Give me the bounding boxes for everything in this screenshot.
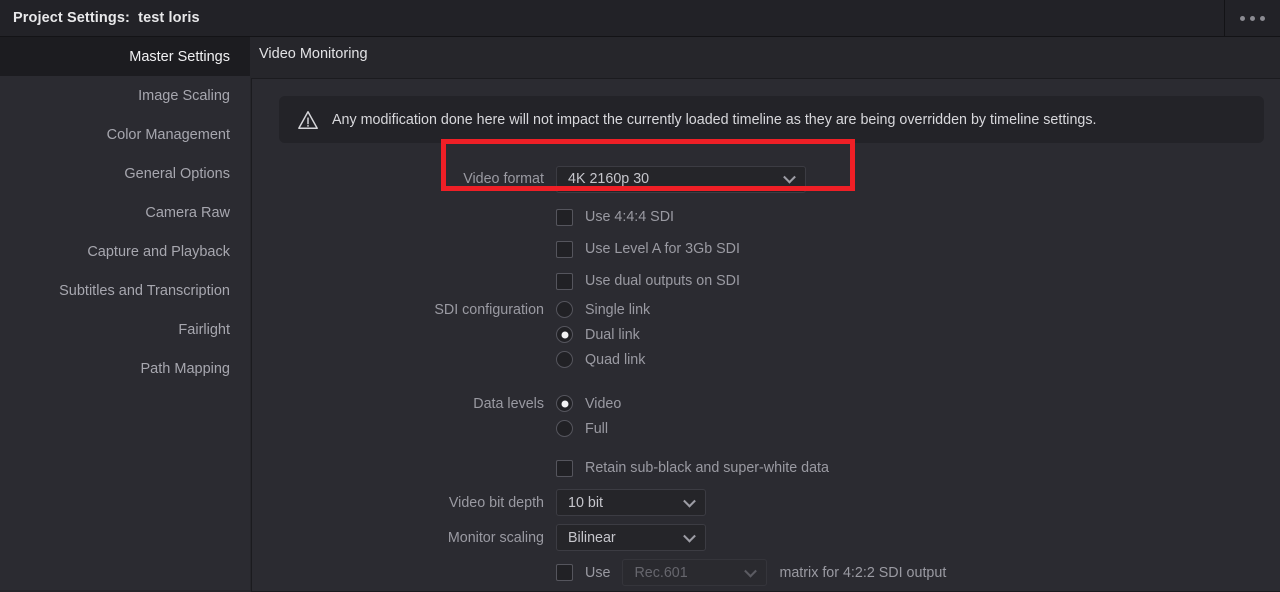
row-retain-sub-black: Retain sub-black and super-white data (252, 451, 1280, 485)
sdi-configuration-radio-quad-link[interactable] (556, 351, 573, 368)
use-dual-outputs-checkbox[interactable] (556, 272, 573, 290)
sidebar-item-subtitles-and-transcription[interactable]: Subtitles and Transcription (0, 271, 250, 310)
video-bit-depth-dropdown[interactable]: 10 bit (556, 489, 706, 516)
use-level-a-checkbox[interactable] (556, 240, 573, 258)
monitor-scaling-dropdown[interactable]: Bilinear (556, 524, 706, 551)
chevron-down-icon (683, 494, 696, 508)
sidebar-item-path-mapping[interactable]: Path Mapping (0, 349, 250, 388)
row-sdi-configuration-quad: Quad link (252, 347, 1280, 372)
row-use-level-a: Use Level A for 3Gb SDI (252, 233, 1280, 265)
row-sdi-configuration-dual: Dual link (252, 322, 1280, 347)
section-title: Video Monitoring (259, 46, 368, 62)
settings-form: Video format 4K 2160p 30 Use 4:4:4 SDI U… (252, 157, 1280, 591)
sidebar-item-label: Color Management (106, 126, 230, 143)
warning-banner: Any modification done here will not impa… (279, 96, 1264, 143)
sidebar-item-color-management[interactable]: Color Management (0, 115, 250, 154)
ellipsis-icon (1240, 15, 1265, 21)
monitor-scaling-value: Bilinear (568, 529, 616, 546)
window-menu-button[interactable] (1224, 0, 1280, 36)
row-monitor-scaling: Monitor scaling Bilinear (252, 520, 1280, 555)
chevron-down-icon (683, 529, 696, 543)
chevron-down-icon (744, 564, 758, 578)
sidebar-item-capture-and-playback[interactable]: Capture and Playback (0, 232, 250, 271)
use-matrix-prefix-label: Use (585, 564, 611, 581)
data-levels-radio-video[interactable] (556, 395, 573, 412)
settings-main-panel: Video Monitoring Any modification done h… (250, 37, 1280, 592)
sidebar-item-master-settings[interactable]: Master Settings (0, 37, 250, 76)
use-444-sdi-label: Use 4:4:4 SDI (585, 209, 674, 225)
data-levels-option-label: Video (585, 395, 622, 412)
use-dual-outputs-label: Use dual outputs on SDI (585, 273, 740, 289)
data-levels-option-label: Full (585, 420, 609, 437)
sdi-configuration-option-label: Single link (585, 301, 651, 318)
row-video-format: Video format 4K 2160p 30 (252, 157, 1280, 201)
data-levels-radio-full[interactable] (556, 420, 573, 437)
page-title: Project Settings: test loris (13, 10, 200, 26)
sidebar-item-label: Capture and Playback (87, 243, 230, 260)
sidebar-item-label: Image Scaling (138, 87, 230, 104)
warning-triangle-icon (297, 109, 319, 131)
sidebar-item-label: Camera Raw (145, 204, 230, 221)
sdi-configuration-option-label: Quad link (585, 351, 646, 368)
sidebar-item-image-scaling[interactable]: Image Scaling (0, 76, 250, 115)
video-bit-depth-value: 10 bit (568, 494, 603, 511)
retain-sub-black-checkbox[interactable] (556, 459, 573, 477)
sidebar-item-label: Path Mapping (140, 360, 230, 377)
monitor-scaling-label: Monitor scaling (447, 529, 544, 546)
matrix-standard-dropdown[interactable]: Rec.601 (622, 559, 768, 586)
video-format-dropdown[interactable]: 4K 2160p 30 (556, 165, 806, 193)
use-444-sdi-checkbox[interactable] (556, 208, 573, 226)
chevron-down-icon (783, 170, 796, 184)
video-bit-depth-label: Video bit depth (448, 494, 544, 511)
row-matrix-for-422-sdi: Use Rec.601 matrix for 4:2:2 SDI output (252, 555, 1280, 590)
row-sdi-configuration-single: SDI configuration Single link (252, 297, 1280, 322)
data-levels-label: Data levels (473, 395, 544, 412)
sidebar-item-general-options[interactable]: General Options (0, 154, 250, 193)
row-use-dual-outputs: Use dual outputs on SDI (252, 265, 1280, 297)
video-format-label: Video format (463, 171, 544, 187)
use-matrix-checkbox[interactable] (556, 564, 573, 581)
sdi-configuration-label: SDI configuration (434, 301, 544, 318)
sidebar-item-fairlight[interactable]: Fairlight (0, 310, 250, 349)
matrix-standard-value: Rec.601 (634, 564, 688, 581)
use-level-a-label: Use Level A for 3Gb SDI (585, 241, 740, 257)
sidebar-item-camera-raw[interactable]: Camera Raw (0, 193, 250, 232)
use-matrix-suffix-label: matrix for 4:2:2 SDI output (779, 564, 947, 581)
window-title-bar: Project Settings: test loris (0, 0, 1280, 37)
sidebar-item-label: Master Settings (129, 48, 230, 65)
video-format-value: 4K 2160p 30 (568, 171, 650, 187)
video-monitoring-content: Any modification done here will not impa… (251, 78, 1280, 592)
row-video-bit-depth: Video bit depth 10 bit (252, 485, 1280, 520)
sdi-configuration-option-label: Dual link (585, 326, 640, 343)
warning-text: Any modification done here will not impa… (332, 111, 1097, 128)
row-data-levels-video: Data levels Video (252, 391, 1280, 416)
retain-sub-black-label: Retain sub-black and super-white data (585, 460, 829, 476)
row-use-444-sdi: Use 4:4:4 SDI (252, 201, 1280, 233)
sidebar-item-label: Fairlight (178, 321, 230, 338)
row-data-levels-full: Full (252, 416, 1280, 441)
sidebar-item-label: Subtitles and Transcription (59, 282, 230, 299)
sdi-configuration-radio-dual-link[interactable] (556, 326, 573, 343)
sidebar-item-label: General Options (124, 165, 230, 182)
settings-sidebar: Master Settings Image Scaling Color Mana… (0, 37, 250, 590)
sdi-configuration-radio-single-link[interactable] (556, 301, 573, 318)
